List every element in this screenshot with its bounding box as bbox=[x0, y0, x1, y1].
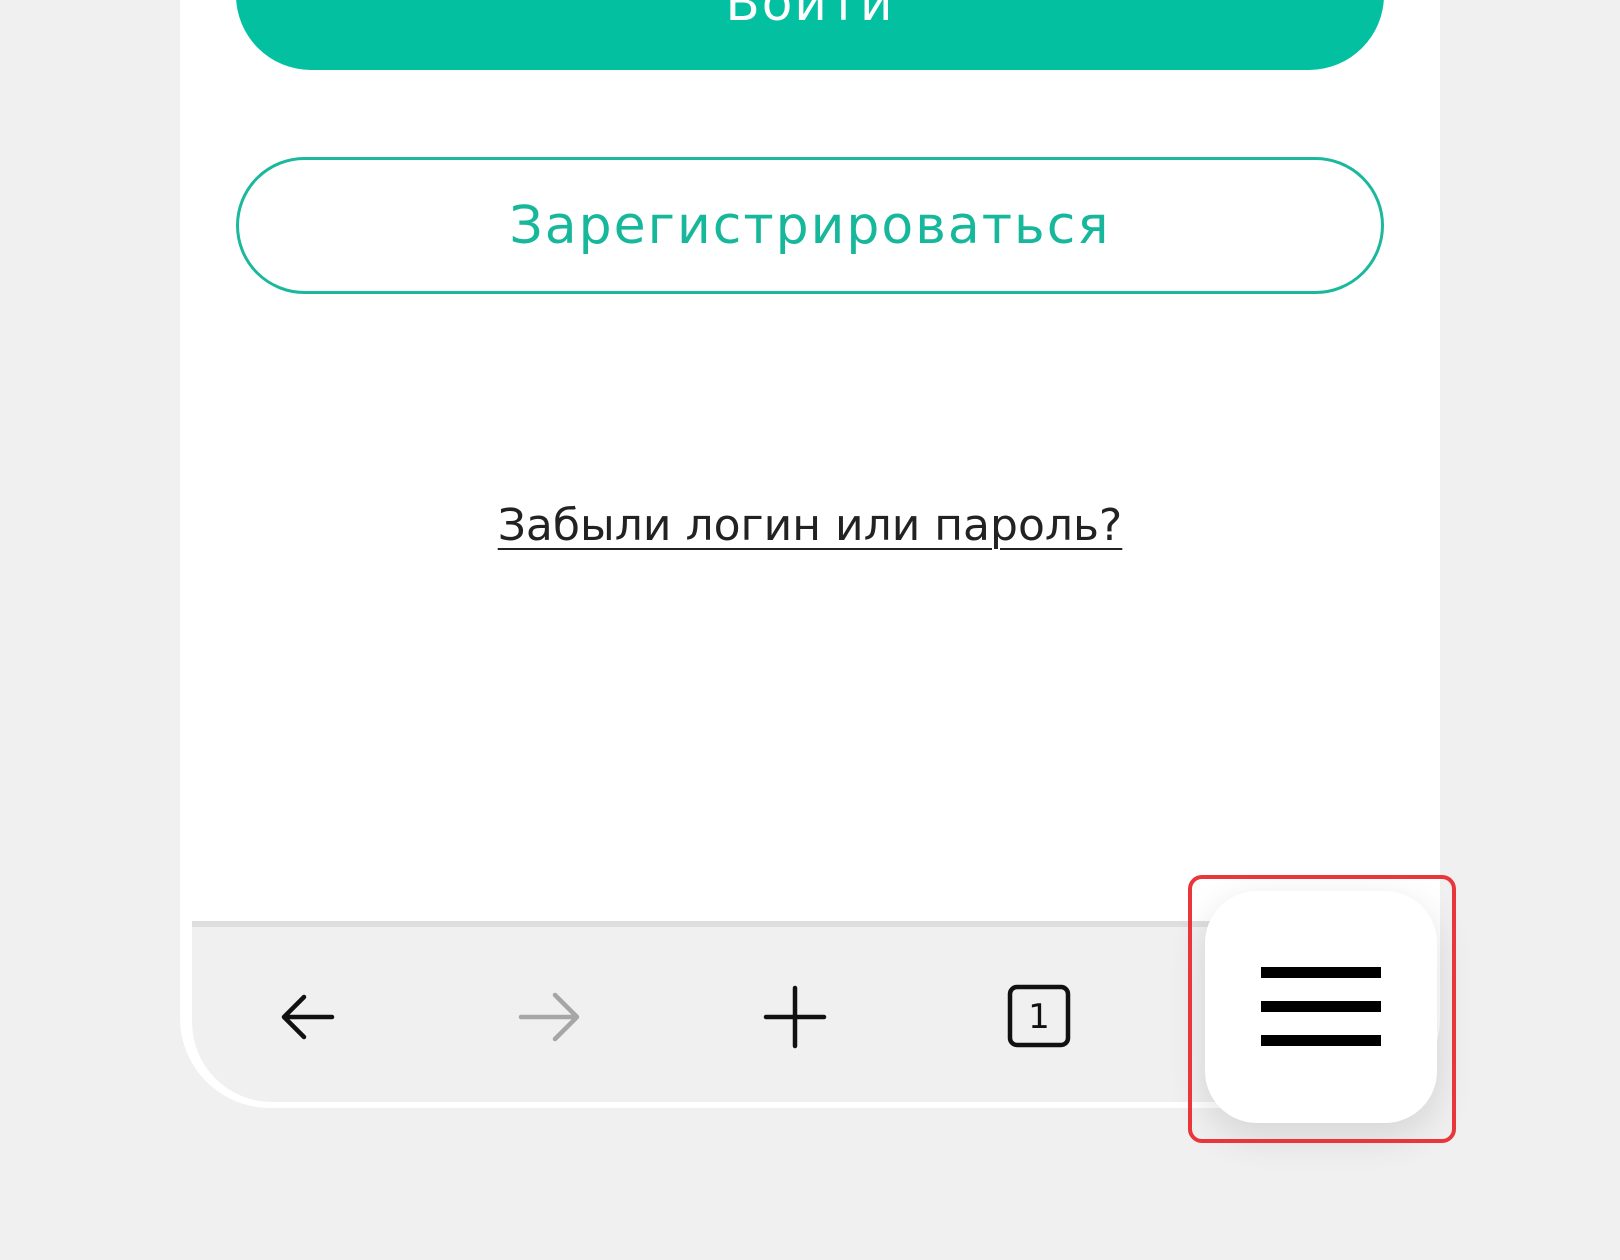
forgot-credentials-link[interactable]: Забыли логин или пароль? bbox=[180, 500, 1440, 551]
login-button[interactable]: Войти bbox=[236, 0, 1384, 70]
hamburger-menu-icon bbox=[1261, 967, 1381, 1046]
arrow-right-icon bbox=[518, 992, 580, 1042]
arrow-left-icon bbox=[281, 994, 335, 1040]
menu-button[interactable] bbox=[1205, 891, 1437, 1123]
login-button-label: Войти bbox=[725, 0, 895, 32]
tabs-button[interactable]: 1 bbox=[989, 967, 1089, 1067]
new-tab-button[interactable] bbox=[745, 967, 845, 1067]
tabs-count: 1 bbox=[1028, 997, 1050, 1037]
screen: Войти Зарегистрироваться Забыли логин ил… bbox=[0, 0, 1620, 1260]
back-button[interactable] bbox=[258, 967, 358, 1067]
forward-button[interactable] bbox=[500, 967, 600, 1067]
register-button-label: Зарегистрироваться bbox=[509, 195, 1111, 256]
register-button[interactable]: Зарегистрироваться bbox=[236, 157, 1384, 294]
plus-icon bbox=[763, 985, 827, 1049]
